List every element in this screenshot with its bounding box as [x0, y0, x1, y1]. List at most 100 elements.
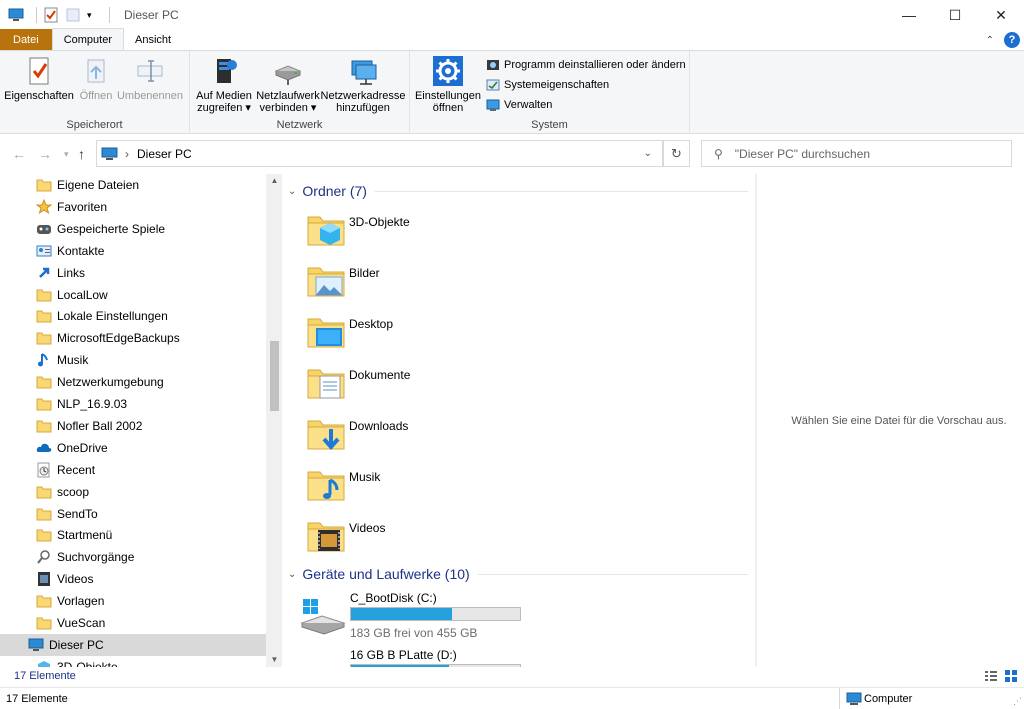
- minimize-button[interactable]: —: [886, 0, 932, 30]
- sidebar-item[interactable]: Favoriten: [0, 196, 266, 218]
- videos-folder-icon: [306, 515, 346, 555]
- scroll-up-icon[interactable]: ▲: [266, 176, 282, 185]
- sidebar-item[interactable]: Lokale Einstellungen: [0, 305, 266, 327]
- scroll-down-icon[interactable]: ▼: [266, 655, 282, 664]
- search-input[interactable]: ⚲ "Dieser PC" durchsuchen: [701, 140, 1012, 167]
- sidebar-item[interactable]: Musik: [0, 349, 266, 371]
- tab-datei[interactable]: Datei: [0, 29, 52, 50]
- recent-locations-icon[interactable]: ▾: [64, 149, 69, 160]
- folder-item[interactable]: Bilder: [306, 260, 606, 308]
- tab-computer[interactable]: Computer: [51, 28, 124, 50]
- sidebar-item[interactable]: Nofler Ball 2002: [0, 415, 266, 437]
- sidebar-item[interactable]: Netzwerkumgebung: [0, 371, 266, 393]
- folders-section-header[interactable]: ⌄ Ordner (7): [288, 181, 748, 201]
- customize-dropdown-icon[interactable]: ▾: [87, 7, 97, 23]
- media-access-button[interactable]: Auf Medien zugreifen ▾: [194, 55, 254, 114]
- up-arrow-icon[interactable]: ↑: [78, 146, 85, 162]
- sidebar-item[interactable]: Startmenü: [0, 524, 266, 546]
- folder-item[interactable]: 3D-Objekte: [306, 209, 606, 257]
- content-pane[interactable]: ⌄ Ordner (7) 3D-Objekte Bilder Desktop Doku…: [282, 174, 757, 667]
- folder-label: Bilder: [349, 266, 380, 280]
- status-location: Computer: [864, 693, 913, 705]
- add-network-location-label-1: Netzwerkadresse: [320, 90, 406, 102]
- folder-item[interactable]: Dokumente: [306, 362, 606, 410]
- resize-grip-icon[interactable]: ⋰: [1013, 696, 1022, 707]
- open-settings-button[interactable]: Einstellungen öffnen: [414, 55, 482, 114]
- scroll-down-icon[interactable]: ▼: [755, 655, 757, 664]
- sidebar-item[interactable]: Kontakte: [0, 240, 266, 262]
- nav-scrollbar[interactable]: ▲ ▼: [266, 174, 282, 667]
- sidebar-item[interactable]: Links: [0, 262, 266, 284]
- manage-button[interactable]: Verwalten: [486, 98, 552, 112]
- star-icon: [35, 198, 53, 215]
- large-icons-view-icon[interactable]: [1004, 669, 1018, 686]
- tab-ansicht[interactable]: Ansicht: [124, 29, 182, 50]
- folder-label: Downloads: [349, 419, 409, 433]
- drive-c[interactable]: C_BootDisk (C:) 183 GB frei von 455 GB: [300, 591, 600, 651]
- properties-button[interactable]: Eigenschaften: [4, 55, 74, 102]
- folder-item[interactable]: Videos: [306, 515, 606, 563]
- refresh-button[interactable]: ↻: [663, 140, 690, 167]
- open-button[interactable]: Öffnen: [76, 55, 116, 102]
- sidebar-item[interactable]: 3D-Objekte: [0, 656, 266, 667]
- folder-label: Dokumente: [349, 368, 411, 382]
- group-label: Netzwerk: [276, 119, 323, 131]
- search-icon: ⚲: [714, 146, 723, 161]
- sidebar-item[interactable]: Dieser PC: [0, 633, 266, 656]
- sidebar-item[interactable]: Vorlagen: [0, 590, 266, 612]
- sidebar-item[interactable]: MicrosoftEdgeBackups: [0, 327, 266, 349]
- help-icon[interactable]: ?: [1004, 32, 1020, 48]
- open-settings-label-1: Einstellungen: [414, 90, 482, 102]
- sidebar-item[interactable]: Videos: [0, 568, 266, 590]
- forward-arrow-icon[interactable]: →: [38, 146, 52, 162]
- sidebar-item[interactable]: Gespeicherte Spiele: [0, 218, 266, 240]
- folder-icon: [36, 593, 52, 609]
- new-folder-icon[interactable]: [65, 7, 81, 23]
- back-arrow-icon[interactable]: ←: [12, 146, 26, 162]
- system-properties-button[interactable]: Systemeigenschaften: [486, 78, 609, 92]
- sidebar-item-label: Startmenü: [57, 528, 113, 543]
- scroll-up-icon[interactable]: ▲: [755, 176, 757, 185]
- sidebar-item[interactable]: SendTo: [0, 503, 266, 525]
- sidebar-item-label: Lokale Einstellungen: [57, 309, 168, 324]
- sidebar-item[interactable]: Recent: [0, 459, 266, 481]
- sidebar-item[interactable]: LocalLow: [0, 284, 266, 306]
- folder-label: Videos: [349, 521, 386, 535]
- chevron-up-icon[interactable]: ⌃: [986, 35, 994, 46]
- sidebar-item[interactable]: VueScan: [0, 612, 266, 634]
- close-button[interactable]: ✕: [978, 0, 1024, 30]
- sidebar-item[interactable]: Eigene Dateien: [0, 174, 266, 196]
- map-network-drive-button[interactable]: Netzlaufwerk verbinden ▾: [256, 55, 320, 114]
- search-icon: [36, 549, 52, 565]
- sidebar-item-label: Favoriten: [57, 199, 108, 214]
- downloads-folder-icon: [306, 413, 346, 453]
- folder-item[interactable]: Downloads: [306, 413, 606, 461]
- navigation-bar: ← → ▾ ↑ › Dieser PC ⌄ ↻ ⚲ "Dieser PC" du…: [0, 134, 1024, 174]
- content-scrollbar[interactable]: ▲ ▼: [755, 174, 757, 667]
- chevron-down-icon[interactable]: ⌄: [644, 148, 652, 159]
- sidebar-item[interactable]: Suchvorgänge: [0, 546, 266, 568]
- navigation-pane[interactable]: Eigene Dateien Favoriten Gespeicherte Spie…: [0, 174, 282, 667]
- maximize-button[interactable]: ☐: [932, 0, 978, 30]
- rename-button[interactable]: Umbenennen: [117, 55, 183, 102]
- link-icon: [36, 265, 52, 281]
- address-bar[interactable]: › Dieser PC ⌄: [96, 140, 663, 167]
- folder-label: 3D-Objekte: [349, 215, 410, 229]
- uninstall-program-button[interactable]: Programm deinstallieren oder ändern: [486, 58, 686, 72]
- folder-item[interactable]: Desktop: [306, 311, 606, 359]
- scroll-thumb[interactable]: [270, 341, 279, 411]
- breadcrumb-separator[interactable]: ›: [125, 147, 129, 161]
- details-view-icon[interactable]: [984, 669, 998, 686]
- breadcrumb-this-pc[interactable]: Dieser PC: [137, 147, 192, 161]
- drives-section-header[interactable]: ⌄ Geräte und Laufwerke (10): [288, 564, 748, 584]
- sidebar-item[interactable]: OneDrive: [0, 437, 266, 459]
- sidebar-item[interactable]: scoop: [0, 481, 266, 503]
- collapse-chevron-icon[interactable]: ⌄: [288, 569, 296, 580]
- sidebar-item[interactable]: NLP_16.9.03: [0, 393, 266, 415]
- collapse-chevron-icon[interactable]: ⌄: [288, 186, 296, 197]
- add-network-location-button[interactable]: Netzwerkadresse hinzufügen: [320, 55, 406, 114]
- properties-icon[interactable]: [43, 7, 59, 23]
- drive-d[interactable]: 16 GB B PLatte (D:): [300, 648, 600, 667]
- pc-icon[interactable]: [8, 7, 24, 23]
- folder-item[interactable]: Musik: [306, 464, 606, 512]
